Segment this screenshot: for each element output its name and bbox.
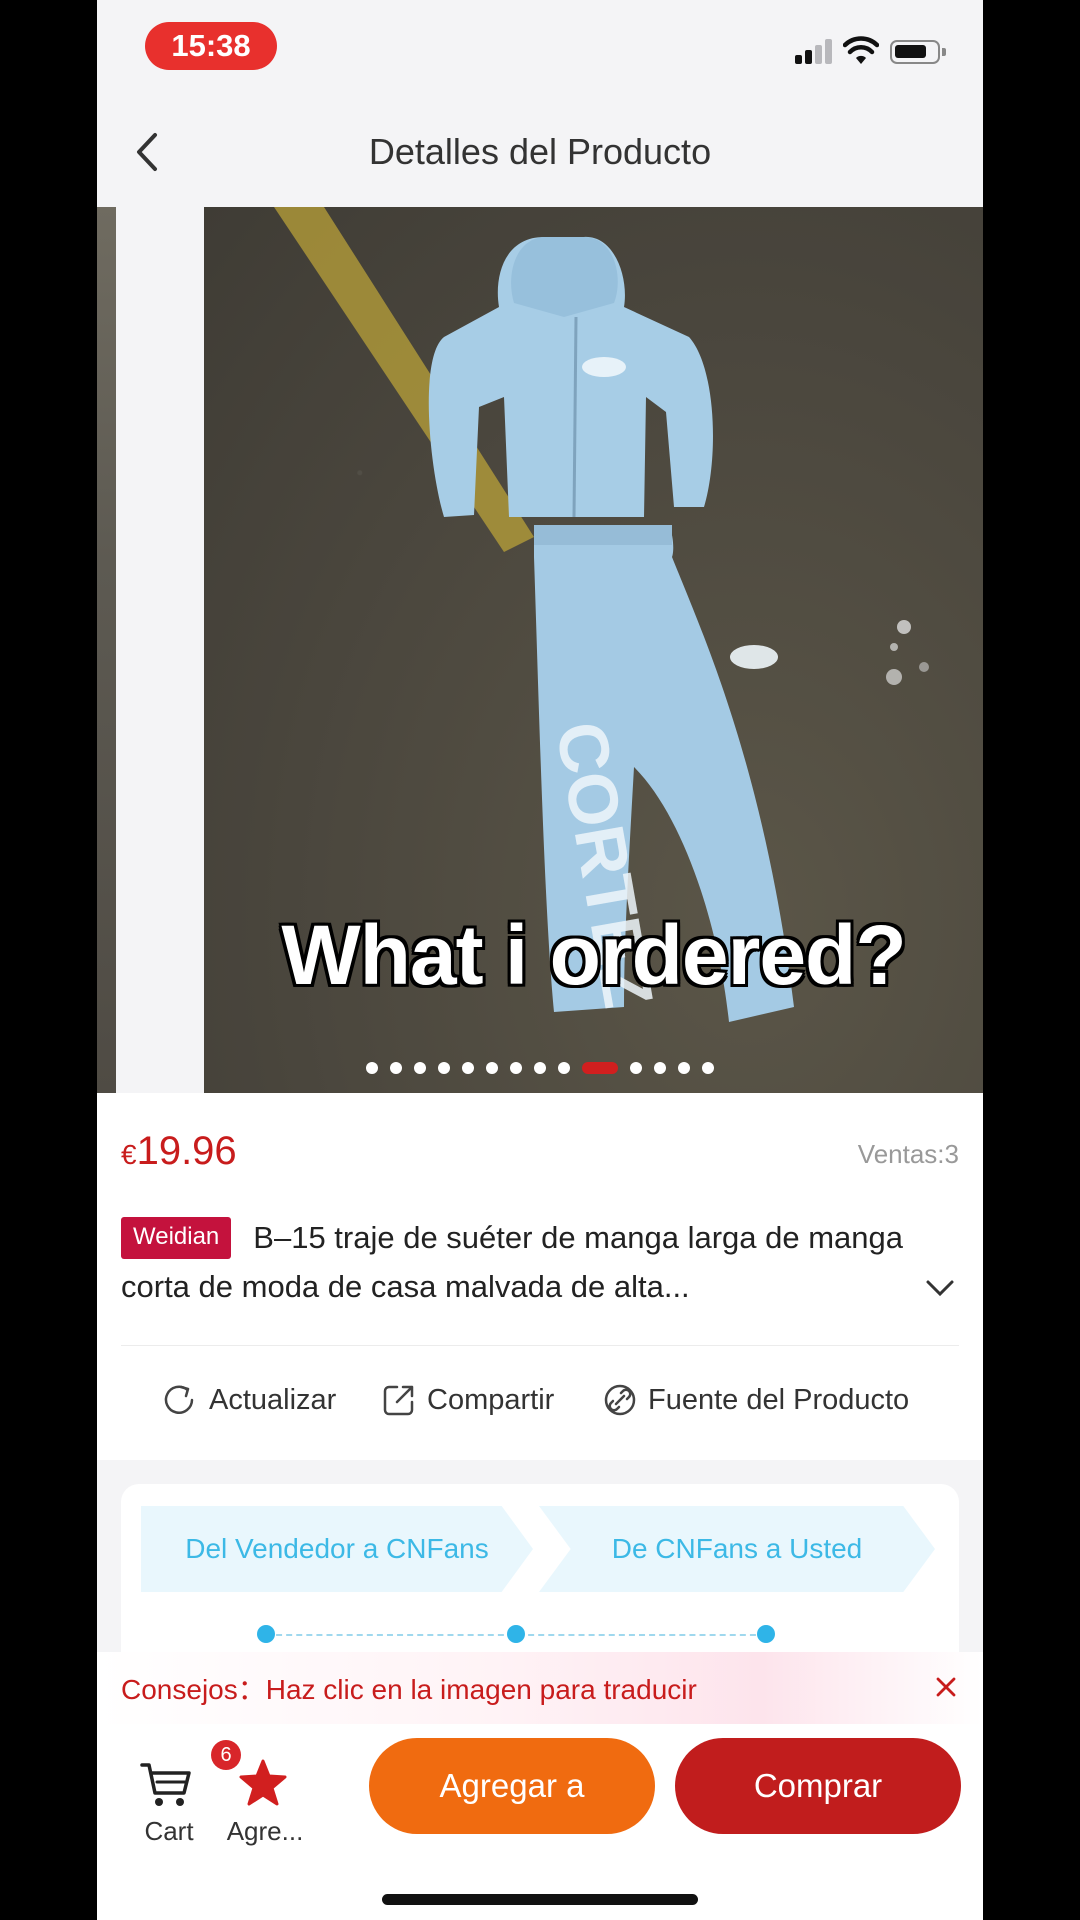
pagination-dot[interactable]: [366, 1061, 378, 1074]
pagination-dot[interactable]: [654, 1061, 666, 1074]
gallery-pagination: [97, 1059, 983, 1075]
shipping-step-user[interactable]: De CNFans a Usted: [539, 1506, 935, 1592]
pagination-dot[interactable]: [678, 1061, 690, 1074]
timeline-dot: [507, 1625, 525, 1643]
pagination-dot[interactable]: [462, 1061, 474, 1074]
shipping-step-seller[interactable]: Del Vendedor a CNFans: [141, 1506, 533, 1592]
buy-label: Comprar: [753, 1767, 883, 1804]
previous-image-peek[interactable]: [97, 207, 116, 1093]
tip-banner[interactable]: Consejos：Haz clic en la imagen para trad…: [97, 1652, 983, 1724]
status-bar: 15:38: [97, 0, 983, 95]
price-currency: €: [121, 1139, 137, 1170]
pagination-dot[interactable]: [414, 1061, 426, 1074]
timeline-dot: [257, 1625, 275, 1643]
signal-icon: [795, 38, 835, 64]
share-icon: [383, 1385, 414, 1416]
source-button[interactable]: Fuente del Producto: [602, 1375, 909, 1425]
close-icon[interactable]: [931, 1672, 961, 1702]
battery-icon: [890, 40, 946, 64]
favorite-label: Agre...: [226, 1816, 304, 1846]
share-button[interactable]: Compartir: [381, 1375, 554, 1425]
cart-icon: [140, 1763, 191, 1806]
pagination-dot[interactable]: [558, 1061, 570, 1074]
video-caption: What i ordered?: [281, 908, 906, 1002]
product-info: €19.96 Ventas:3 Weidian B–15 traje de sué…: [97, 1093, 983, 1460]
sales-count: Ventas:3: [857, 1139, 959, 1169]
pagination-dot[interactable]: [486, 1061, 498, 1074]
status-time: 15:38: [145, 22, 277, 70]
action-row: Actualizar Compartir Fuente del Producto: [97, 1375, 983, 1425]
nav-bar: Detalles del Producto: [97, 95, 983, 207]
wifi-icon: [843, 36, 879, 64]
platform-badge: Weidian: [121, 1217, 232, 1259]
product-gallery[interactable]: CORTEZ What i ordered?: [97, 207, 983, 1093]
product-title: B–15 traje de suéter de manga larga de m…: [121, 1220, 903, 1304]
pagination-dot[interactable]: [510, 1061, 522, 1074]
pagination-dot[interactable]: [630, 1061, 642, 1074]
page-title: Detalles del Producto: [368, 131, 712, 172]
product-image[interactable]: CORTEZ What i ordered?: [204, 207, 983, 1093]
divider: [121, 1345, 959, 1346]
pagination-dot[interactable]: [438, 1061, 450, 1074]
link-icon: [604, 1384, 636, 1416]
favorite-button[interactable]: Agre...: [215, 1742, 315, 1852]
refresh-icon: [164, 1385, 194, 1414]
pagination-dot-active[interactable]: [582, 1061, 618, 1074]
cart-label: Cart: [144, 1816, 194, 1846]
home-indicator[interactable]: [382, 1894, 698, 1905]
pagination-dot[interactable]: [390, 1061, 402, 1074]
price: €19.96: [121, 1129, 237, 1174]
bottom-bar: 6 Cart Agre... Agregar a Comprar: [97, 1724, 983, 1920]
pagination-dot[interactable]: [702, 1061, 714, 1074]
source-label: Fuente del Producto: [648, 1383, 910, 1416]
refresh-button[interactable]: Actualizar: [159, 1375, 336, 1425]
chevron-down-icon[interactable]: [925, 1278, 955, 1298]
buy-button[interactable]: Comprar: [675, 1738, 961, 1834]
add-to-cart-label: Agregar a: [439, 1767, 585, 1804]
pagination-dot[interactable]: [534, 1061, 546, 1074]
share-label: Compartir: [427, 1383, 555, 1416]
star-icon: [239, 1759, 287, 1806]
refresh-label: Actualizar: [209, 1383, 337, 1416]
timeline-dot: [757, 1625, 775, 1643]
shipping-step-user-label: De CNFans a Usted: [611, 1533, 863, 1564]
screen: 15:38 Detalles del Producto CORTEZ What …: [97, 0, 983, 1920]
shipping-step-seller-label: Del Vendedor a CNFans: [185, 1533, 489, 1564]
product-title-block[interactable]: Weidian B–15 traje de suéter de manga lar…: [121, 1213, 961, 1311]
price-value: 19.96: [136, 1129, 237, 1173]
add-to-cart-button[interactable]: Agregar a: [369, 1738, 655, 1834]
tip-text: Consejos：Haz clic en la imagen para trad…: [121, 1674, 697, 1705]
cart-button[interactable]: 6 Cart: [129, 1740, 241, 1852]
